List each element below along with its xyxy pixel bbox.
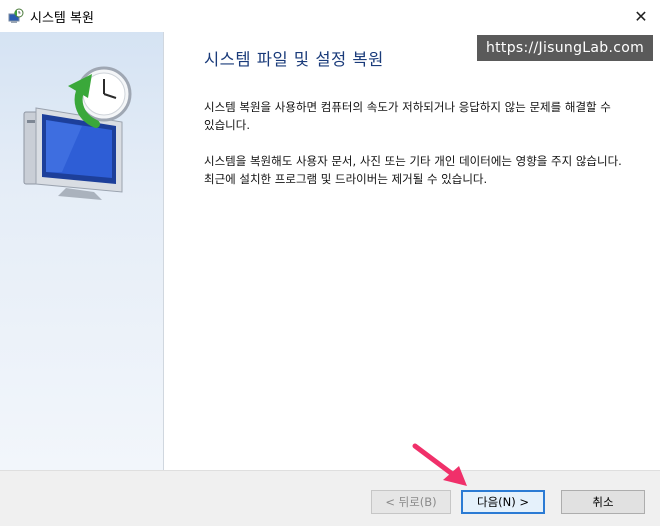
- page-title: 시스템 파일 및 설정 복원: [204, 50, 384, 69]
- next-button[interactable]: 다음(N) >: [461, 490, 545, 514]
- side-banner: [0, 32, 164, 470]
- watermark-label: https://JisungLab.com: [477, 35, 653, 61]
- back-button[interactable]: < 뒤로(B): [371, 490, 451, 514]
- title-bar: 시스템 복원 ✕: [0, 0, 660, 32]
- content-area: 시스템 파일 및 설정 복원 시스템 복원을 사용하면 컴퓨터의 속도가 저하되…: [164, 32, 660, 470]
- annotation-arrow-icon: [412, 443, 467, 486]
- system-restore-illustration: [23, 66, 132, 200]
- system-restore-icon: [8, 8, 24, 23]
- cancel-button[interactable]: 취소: [561, 490, 645, 514]
- close-icon: ✕: [634, 6, 648, 26]
- description-paragraph-2: 시스템을 복원해도 사용자 문서, 사진 또는 기타 개인 데이터에는 영향을 …: [204, 154, 622, 186]
- close-button[interactable]: ✕: [622, 0, 660, 32]
- window-title: 시스템 복원: [30, 11, 94, 26]
- system-restore-window: 시스템 복원 ✕ 시스템 파일 및 설정 복원 시스템 복원을 사용하면 컴퓨터…: [0, 0, 660, 526]
- description-paragraph-1: 시스템 복원을 사용하면 컴퓨터의 속도가 저하되거나 응답하지 않는 문제를 …: [204, 100, 611, 132]
